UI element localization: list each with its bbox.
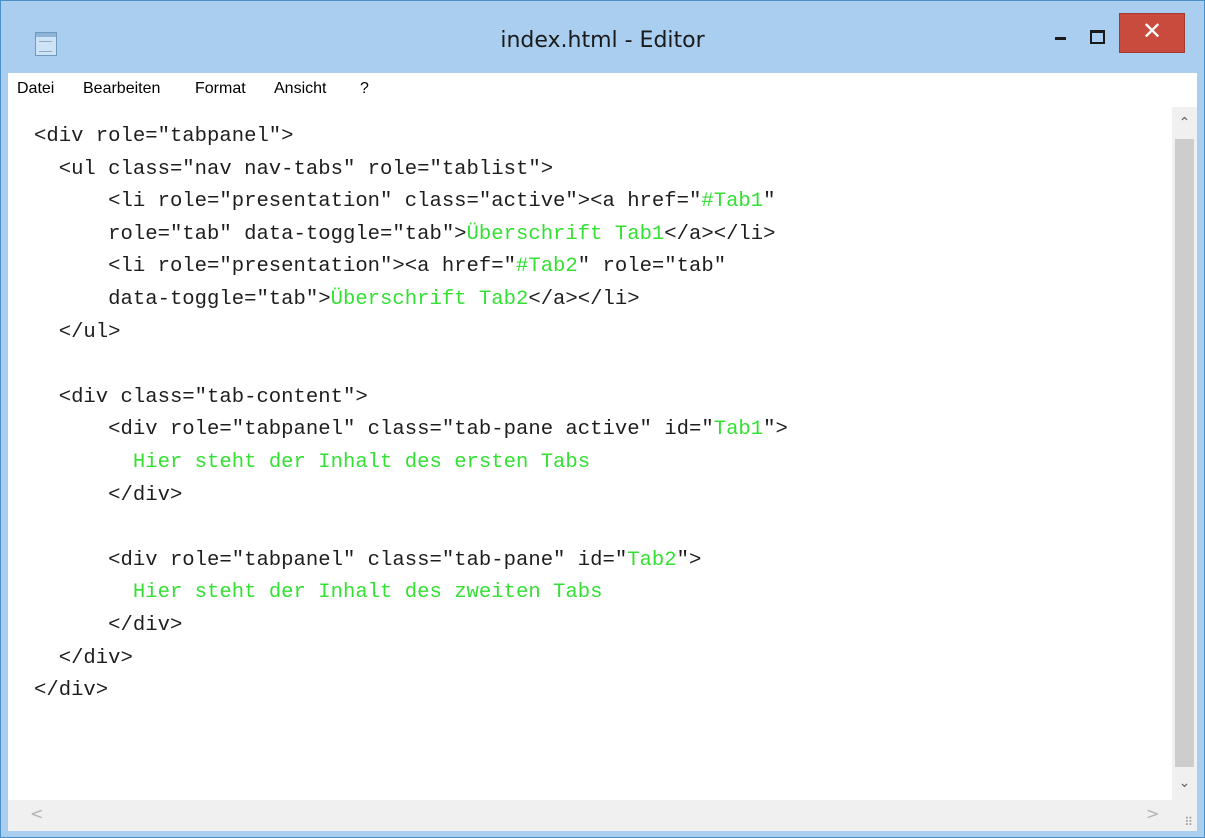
code-token: </div> (34, 679, 109, 703)
maximize-button[interactable] (1083, 23, 1111, 51)
code-token: </div> (34, 483, 183, 507)
menu-bearbeiten[interactable]: Bearbeiten (83, 80, 160, 98)
editor-area: <div role="tabpanel"> <ul class="nav nav… (8, 107, 1197, 831)
code-token: </div> (34, 646, 133, 670)
close-button[interactable]: ✕ (1119, 13, 1185, 53)
code-token: <li role="presentation" class="active"><… (34, 190, 702, 214)
code-token: <div role="tabpanel" class="tab-pane act… (34, 418, 714, 442)
code-token: data-toggle="tab"> (34, 287, 331, 311)
code-token: </a></li> (664, 222, 776, 246)
code-token: "> (676, 548, 702, 572)
code-literal: #Tab1 (701, 190, 764, 214)
menu-format[interactable]: Format (195, 80, 246, 98)
code-token: </ul> (34, 320, 121, 344)
code-token: </a></li> (528, 287, 640, 311)
code-literal: Hier steht der Inhalt des zweiten Tabs (132, 581, 603, 605)
code-text: <div role="tabpanel"> <ul class="nav nav… (34, 121, 788, 708)
code-literal: Hier steht der Inhalt des ersten Tabs (132, 450, 591, 474)
vertical-scrollbar[interactable]: ⌃ ⌄ (1172, 107, 1197, 800)
code-token: <div role="tabpanel"> (34, 125, 294, 148)
chevron-right-icon[interactable]: > (1146, 804, 1159, 823)
menu-help[interactable]: ? (360, 80, 369, 98)
code-literal: Überschrift Tab2 (330, 287, 529, 311)
code-literal: Tab2 (627, 548, 677, 572)
window-title: index.html - Editor (500, 28, 705, 53)
chevron-left-icon[interactable]: < (30, 804, 43, 823)
code-literal: #Tab2 (515, 255, 578, 279)
code-token: </div> (34, 613, 183, 637)
code-token: <ul class="nav nav-tabs" role="tablist"> (34, 157, 554, 181)
minimize-button[interactable] (1047, 23, 1075, 51)
menu-bar: Datei Bearbeiten Format Ansicht ? (8, 73, 1197, 108)
chevron-down-icon[interactable]: ⌄ (1172, 771, 1197, 795)
code-token: "> (763, 418, 788, 442)
code-token: " role="tab" (577, 255, 727, 279)
code-token: <div role="tabpanel" class="tab-pane" id… (34, 548, 628, 572)
maximize-icon (1090, 30, 1105, 44)
code-literal: Tab1 (713, 418, 764, 442)
title-bar[interactable]: index.html - Editor ✕ (1, 1, 1204, 73)
scroll-thumb[interactable] (1175, 139, 1194, 767)
minimize-icon (1055, 37, 1066, 40)
code-token: " (763, 190, 776, 214)
close-icon: ✕ (1141, 17, 1163, 45)
text-area[interactable]: <div role="tabpanel"> <ul class="nav nav… (8, 107, 1172, 800)
resize-grip-icon[interactable] (1172, 800, 1197, 831)
menu-ansicht[interactable]: Ansicht (274, 80, 326, 98)
menu-datei[interactable]: Datei (17, 80, 54, 98)
editor-window: index.html - Editor ✕ Datei Bearbeiten F… (0, 0, 1205, 838)
code-token: role="tab" data-toggle="tab"> (34, 222, 467, 246)
code-token: <li role="presentation"><a href=" (34, 255, 516, 279)
chevron-up-icon[interactable]: ⌃ (1172, 111, 1197, 135)
horizontal-scrollbar[interactable]: < > (8, 800, 1172, 831)
code-literal: Überschrift Tab1 (466, 222, 665, 246)
code-token: <div class="tab-content"> (34, 385, 368, 409)
